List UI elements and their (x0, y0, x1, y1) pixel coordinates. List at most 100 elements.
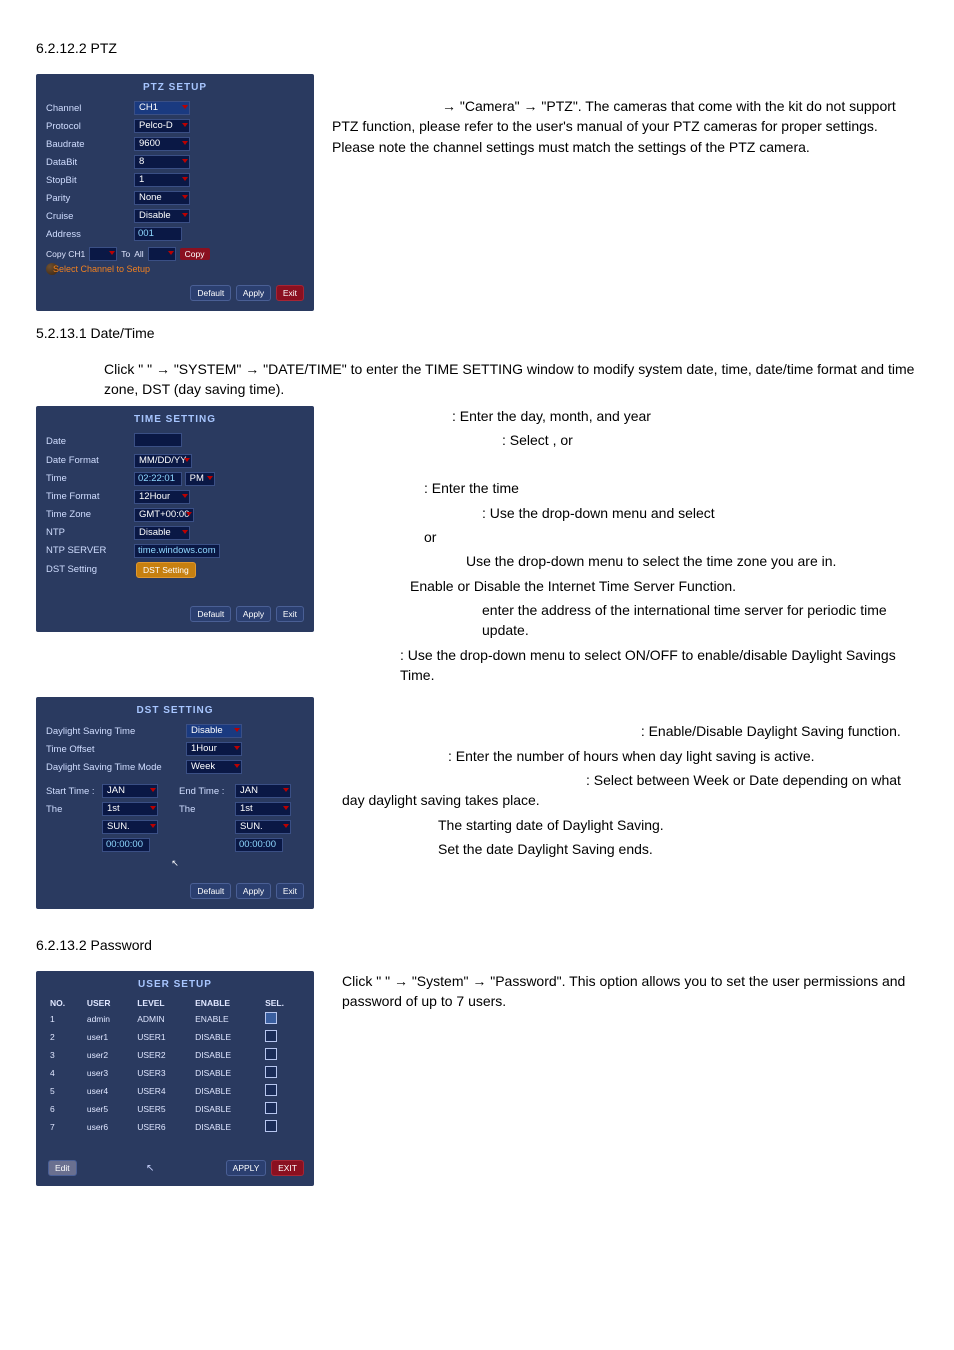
time-input[interactable]: 02:22:01 (134, 472, 182, 486)
dst-start-time[interactable]: 00:00:00 (102, 838, 150, 852)
time-exit-button[interactable]: Exit (276, 606, 304, 622)
time-dropdown[interactable]: 12Hour (134, 490, 190, 504)
dst-end-day[interactable]: SUN. (235, 820, 291, 834)
dst-setting-panel: DST SETTING Daylight Saving TimeDisableT… (36, 697, 314, 909)
user-setup-panel: USER SETUP NO.USERLEVELENABLESEL. 1admin… (36, 971, 314, 1186)
user-cell: USER5 (133, 1100, 191, 1118)
dst-end-label: End Time : (179, 786, 235, 797)
ptz-exit-button[interactable]: Exit (276, 285, 304, 301)
ptz-row: Baudrate9600 (46, 135, 304, 153)
dst-end-month[interactable]: JAN (235, 784, 291, 798)
ptz-address-input[interactable]: 001 (134, 227, 182, 241)
ptz-dropdown[interactable]: 1 (134, 173, 190, 187)
dst-top-row: Daylight Saving TimeDisable (46, 722, 304, 740)
time-dropdown[interactable]: Disable (134, 526, 190, 540)
user-cell: DISABLE (191, 1028, 261, 1046)
section-heading-password: 6.2.13.2 Password (36, 937, 918, 953)
time-default-button[interactable]: Default (190, 606, 231, 622)
time-row-label: Time Format (46, 491, 134, 502)
table-row[interactable]: 5user4USER4DISABLE (46, 1082, 304, 1100)
user-checkbox[interactable] (265, 1030, 277, 1042)
time-body-text: : Enter the day, month, and year : Selec… (342, 406, 918, 690)
dst-top-dropdown[interactable]: Disable (186, 724, 242, 738)
dst-end-time[interactable]: 00:00:00 (235, 838, 283, 852)
user-description: Click " " → "System" → "Password". This … (342, 971, 918, 1012)
time-apply-button[interactable]: Apply (236, 606, 271, 622)
table-row[interactable]: 3user2USER2DISABLE (46, 1046, 304, 1064)
user-cell: admin (83, 1010, 133, 1028)
ptz-dropdown[interactable]: Pelco-D (134, 119, 190, 133)
dst-setting-button[interactable]: DST Setting (136, 562, 196, 578)
dst-desc-enable: : Enable/Disable Daylight Saving functio… (641, 723, 901, 739)
user-table: NO.USERLEVELENABLESEL. 1adminADMINENABLE… (46, 996, 304, 1136)
dst-top-dropdown[interactable]: Week (186, 760, 242, 774)
ptz-row-label: Address (46, 229, 134, 240)
dst-desc-offset: : Enter the number of hours when day lig… (448, 748, 815, 764)
time-row-label: NTP SERVER (46, 545, 134, 556)
ptz-copy-button[interactable]: Copy (180, 248, 210, 260)
user-col-header: NO. (46, 996, 83, 1010)
time-row-label: Date Format (46, 455, 134, 466)
time-row: NTP SERVERtime.windows.com (46, 542, 304, 560)
user-col-header: SEL. (261, 996, 304, 1010)
ptz-dropdown[interactable]: None (134, 191, 190, 205)
user-checkbox[interactable] (265, 1102, 277, 1114)
dst-end-ord[interactable]: 1st (235, 802, 291, 816)
user-checkbox[interactable] (265, 1066, 277, 1078)
dst-top-row: Daylight Saving Time ModeWeek (46, 758, 304, 776)
user-checkbox[interactable] (265, 1048, 277, 1060)
time-input[interactable]: time.windows.com (134, 544, 220, 558)
user-checkbox[interactable] (265, 1012, 277, 1024)
user-checkbox[interactable] (265, 1084, 277, 1096)
user-checkbox[interactable] (265, 1120, 277, 1132)
ptz-row-label: StopBit (46, 175, 134, 186)
dst-apply-button[interactable]: Apply (236, 883, 271, 899)
time-desc-timeformat: : Use the drop-down menu and select (342, 503, 918, 523)
ptz-copy-ch-dropdown[interactable] (89, 247, 117, 261)
table-row[interactable]: 1adminADMINENABLE (46, 1010, 304, 1028)
time-dropdown[interactable]: GMT+00:00 (134, 508, 194, 522)
ptz-dropdown[interactable]: CH1 (134, 101, 190, 115)
ptz-apply-button[interactable]: Apply (236, 285, 271, 301)
time-ampm-dropdown[interactable]: PM (185, 472, 215, 486)
dst-default-button[interactable]: Default (190, 883, 231, 899)
ptz-row-label: Protocol (46, 121, 134, 132)
time-row-label: NTP (46, 527, 134, 538)
dst-start-day[interactable]: SUN. (102, 820, 158, 834)
time-input[interactable] (134, 433, 182, 447)
dst-end-the: The (179, 804, 235, 815)
table-row[interactable]: 4user3USER3DISABLE (46, 1064, 304, 1082)
time-desc-dst: : Use the drop-down menu to select ON/OF… (400, 647, 896, 683)
user-apply-button[interactable]: APPLY (226, 1160, 267, 1176)
dst-start-month[interactable]: JAN (102, 784, 158, 798)
ptz-row-label: Channel (46, 103, 134, 114)
table-row[interactable]: 7user6USER6DISABLE (46, 1118, 304, 1136)
dst-pointer-box: ↖ (46, 858, 304, 869)
ptz-row: Address001 (46, 225, 304, 243)
user-exit-button[interactable]: EXIT (271, 1160, 304, 1176)
time-row: Date FormatMM/DD/YY (46, 452, 304, 470)
ptz-dropdown[interactable]: 9600 (134, 137, 190, 151)
ptz-body-text: → "Camera" → "PTZ". The cameras that com… (332, 74, 918, 311)
dst-start-ord[interactable]: 1st (102, 802, 158, 816)
time-desc-timeformat-or: or (342, 527, 918, 547)
user-edit-button[interactable]: Edit (48, 1160, 77, 1176)
time-dropdown[interactable]: MM/DD/YY (134, 454, 192, 468)
ptz-dropdown[interactable]: Disable (134, 209, 190, 223)
dst-top-dropdown[interactable]: 1Hour (186, 742, 242, 756)
ptz-panel-title: PTZ SETUP (46, 82, 304, 93)
user-cell: 4 (46, 1064, 83, 1082)
table-row[interactable]: 2user1USER1DISABLE (46, 1028, 304, 1046)
time-desc-ntp: Enable or Disable the Internet Time Serv… (342, 576, 918, 596)
ptz-row: CruiseDisable (46, 207, 304, 225)
ptz-copy-all-dropdown[interactable] (148, 247, 176, 261)
user-cell: ENABLE (191, 1010, 261, 1028)
ptz-row-label: DataBit (46, 157, 134, 168)
user-cell: user2 (83, 1046, 133, 1064)
time-row: Date (46, 431, 304, 452)
user-cell: 5 (46, 1082, 83, 1100)
ptz-dropdown[interactable]: 8 (134, 155, 190, 169)
ptz-default-button[interactable]: Default (190, 285, 231, 301)
dst-exit-button[interactable]: Exit (276, 883, 304, 899)
table-row[interactable]: 6user5USER5DISABLE (46, 1100, 304, 1118)
